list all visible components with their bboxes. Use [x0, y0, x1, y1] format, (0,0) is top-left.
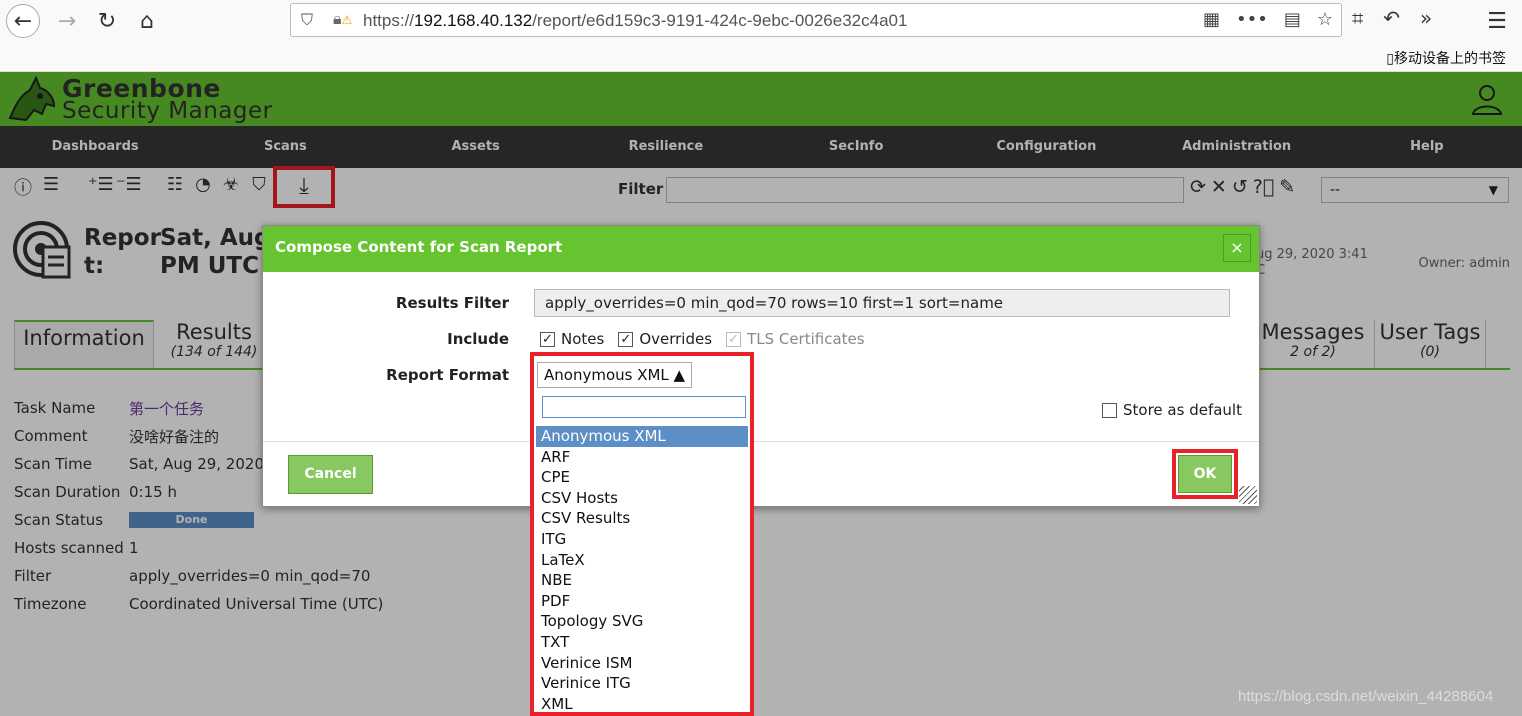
- phone-icon: ▯: [1386, 50, 1394, 66]
- undo-icon[interactable]: ↶: [1383, 6, 1400, 30]
- results-filter-label: Results Filter: [395, 294, 509, 312]
- list-item[interactable]: Anonymous XML: [536, 426, 748, 447]
- store-default-option[interactable]: Store as default: [1102, 401, 1242, 419]
- list-item[interactable]: CSV Results: [536, 508, 748, 529]
- dialog-divider: [263, 441, 1259, 442]
- ok-highlight: OK: [1172, 449, 1238, 499]
- list-item[interactable]: XML: [536, 694, 748, 715]
- list-item[interactable]: CPE: [536, 467, 748, 488]
- store-default-checkbox[interactable]: [1102, 402, 1117, 418]
- tls-certificates-checkbox: ✓: [726, 331, 742, 347]
- report-format-select[interactable]: Anonymous XML ▲: [537, 362, 693, 388]
- more-dots-icon[interactable]: •••: [1236, 9, 1268, 30]
- results-filter-field: apply_overrides=0 min_qod=70 rows=10 fir…: [534, 289, 1230, 317]
- list-item[interactable]: CSV Hosts: [536, 488, 748, 509]
- list-item[interactable]: ARF: [536, 447, 748, 468]
- crop-screenshot-icon[interactable]: ⌗: [1352, 6, 1363, 30]
- back-arrow-icon[interactable]: ←: [6, 4, 40, 38]
- insecure-lock-icon[interactable]: 🔒︎⚠: [333, 9, 352, 29]
- url-bar[interactable]: ⛉ 🔒︎⚠ https://192.168.40.132/report/e6d1…: [290, 3, 1342, 37]
- watermark: https://blog.csdn.net/weixin_44288604: [1238, 688, 1494, 705]
- reload-icon[interactable]: ↻: [90, 4, 124, 38]
- forward-arrow-icon[interactable]: →: [50, 4, 84, 38]
- format-list: Anonymous XML ARF CPE CSV Hosts CSV Resu…: [536, 426, 748, 714]
- ok-button[interactable]: OK: [1178, 455, 1232, 493]
- include-options: ✓ Notes ✓ Overrides ✓ TLS Certificates: [540, 330, 879, 348]
- notes-checkbox[interactable]: ✓: [540, 331, 555, 347]
- qr-code-icon[interactable]: ▦: [1203, 9, 1220, 30]
- list-item[interactable]: Verinice ISM: [536, 653, 748, 674]
- overrides-checkbox[interactable]: ✓: [618, 331, 634, 347]
- dialog-header: Compose Content for Scan Report ×: [263, 226, 1259, 272]
- list-item[interactable]: Topology SVG: [536, 611, 748, 632]
- hamburger-menu-icon[interactable]: ☰: [1480, 4, 1514, 38]
- include-label: Include: [447, 330, 509, 348]
- browser-toolbar: ← → ↻ ⌂ ⛉ 🔒︎⚠ https://192.168.40.132/rep…: [0, 0, 1522, 72]
- pocket-icon[interactable]: ▤: [1284, 9, 1301, 30]
- shield-icon[interactable]: ⛉: [301, 10, 313, 30]
- overflow-chevrons-icon[interactable]: »: [1420, 6, 1432, 30]
- list-item[interactable]: NBE: [536, 570, 748, 591]
- list-item[interactable]: TXT: [536, 632, 748, 653]
- resize-handle[interactable]: [1239, 486, 1257, 504]
- list-item[interactable]: LaTeX: [536, 550, 748, 571]
- list-item[interactable]: ITG: [536, 529, 748, 550]
- star-bookmark-icon[interactable]: ☆: [1317, 9, 1333, 30]
- report-format-dropdown: Anonymous XML ▲ Anonymous XML ARF CPE CS…: [530, 352, 754, 716]
- cancel-button[interactable]: Cancel: [288, 455, 373, 494]
- list-item[interactable]: Verinice ITG: [536, 673, 748, 694]
- home-icon[interactable]: ⌂: [130, 4, 164, 38]
- close-button[interactable]: ×: [1223, 234, 1251, 262]
- report-format-label: Report Format: [386, 366, 509, 384]
- format-search-input[interactable]: [542, 396, 746, 418]
- mobile-bookmarks[interactable]: ▯移动设备上的书签: [1386, 48, 1506, 68]
- url-text: https://192.168.40.132/report/e6d159c3-9…: [363, 11, 908, 30]
- compose-report-dialog: Compose Content for Scan Report × Result…: [262, 225, 1260, 507]
- list-item[interactable]: PDF: [536, 591, 748, 612]
- dialog-title: Compose Content for Scan Report: [275, 238, 563, 256]
